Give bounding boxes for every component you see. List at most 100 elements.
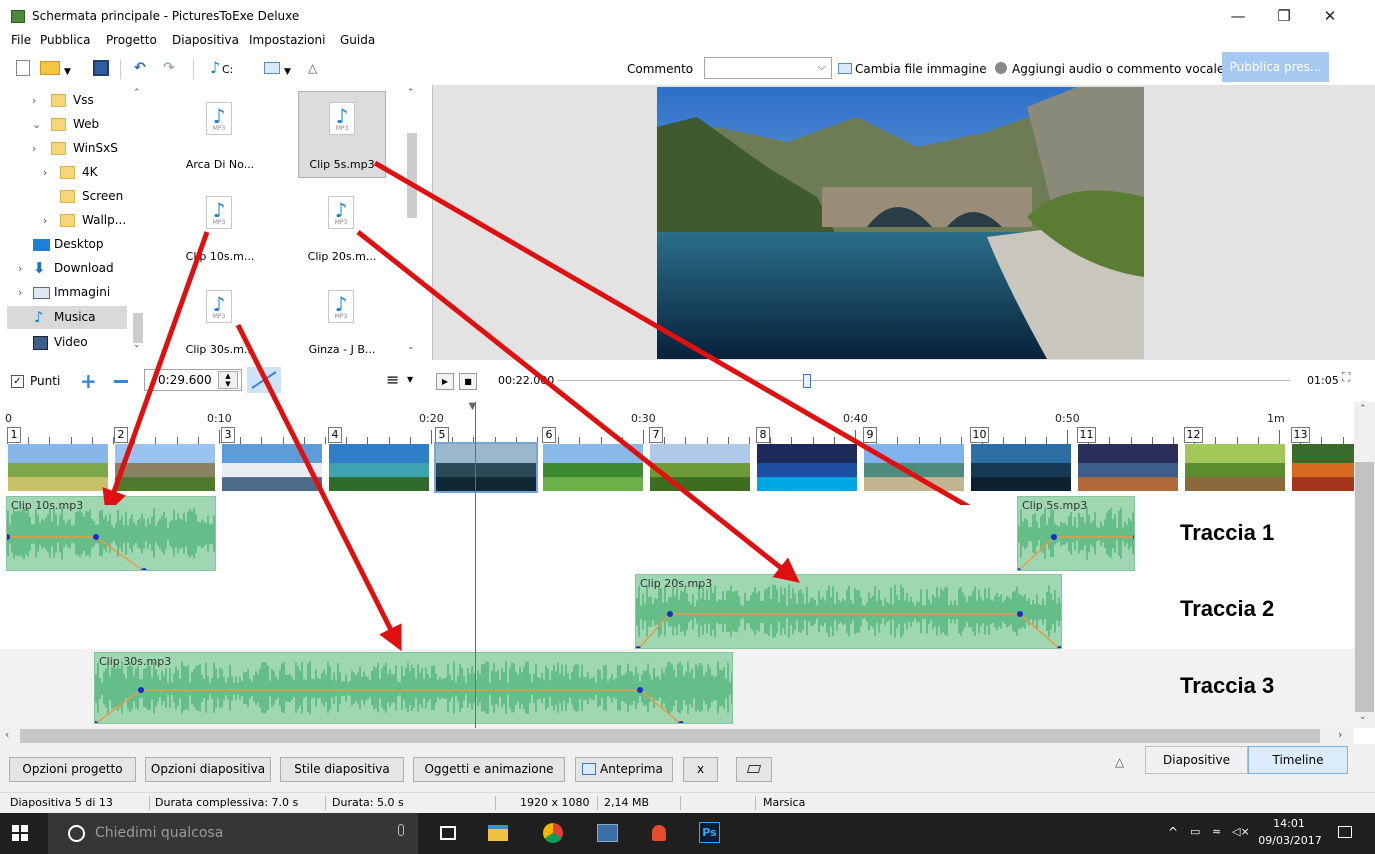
tree-item-immagini[interactable]: › Immagini [0,281,128,304]
dropdown-arrow-icon[interactable]: ▼ [284,64,291,80]
scroll-up-icon[interactable]: ⌃ [407,88,415,98]
tree-item-4k[interactable]: › 4K [0,161,128,184]
save-icon[interactable] [93,60,109,76]
maximize-icon[interactable]: ❐ [1261,0,1307,32]
tree-item-musica[interactable]: ♪ Musica [7,306,127,329]
tree-item-desktop[interactable]: Desktop [0,233,128,256]
change-image-button[interactable]: Cambia file immagine [838,62,987,76]
menu-guida[interactable]: Guida [340,33,375,47]
playback-slider-thumb[interactable] [803,374,811,388]
dropdown-arrow-icon[interactable]: ▼ [64,64,71,80]
chevron-right-icon[interactable]: › [18,257,22,280]
chevron-down-icon[interactable]: ⌄ [32,113,41,136]
file-item-selected[interactable]: ♪ MP3 Clip 5s.mp3 [298,91,386,178]
file-explorer-icon[interactable] [488,825,508,841]
chevron-right-icon[interactable]: › [43,161,47,184]
close-icon[interactable]: ✕ [1307,0,1353,32]
photos-icon[interactable] [597,824,618,842]
file-item[interactable]: ♪ MP3 Clip 20s.m... [298,186,386,273]
task-view-icon[interactable] [440,826,456,840]
new-document-icon[interactable] [16,60,30,76]
scrollbar-thumb[interactable] [20,729,1320,743]
remove-point-icon[interactable] [114,380,128,383]
play-button[interactable]: ▶ [436,373,454,390]
scroll-up-icon[interactable]: ⌃ [1359,404,1367,414]
triangle-icon[interactable]: △ [308,60,317,76]
photoshop-icon[interactable]: Ps [699,822,720,843]
scroll-down-icon[interactable]: ⌄ [133,340,141,350]
chevron-right-icon[interactable]: › [18,281,22,304]
pictures-to-exe-icon[interactable] [652,825,666,841]
dropdown-arrow-icon[interactable]: ▼ [407,375,413,384]
chevron-right-icon[interactable]: › [43,209,47,232]
menu-file[interactable]: File [11,33,31,47]
duration-stepper[interactable]: ▲ ▼ [218,371,238,389]
file-item[interactable]: ♪ MP3 Arca Di No... [176,92,264,179]
preview-button[interactable]: Anteprima [575,757,673,782]
music-note-icon[interactable]: ♪ [210,60,220,76]
menu-diapositiva[interactable]: Diapositiva [172,33,239,47]
tree-item-wallp[interactable]: › Wallp... [0,209,128,232]
curve-mode-button[interactable] [247,367,281,393]
slide-options-button[interactable]: Opzioni diapositiva [145,757,271,782]
minimize-icon[interactable]: — [1215,0,1261,32]
tree-item-winsxs[interactable]: › WinSxS [0,137,128,160]
menu-pubblica[interactable]: Pubblica [40,33,90,47]
undo-icon[interactable]: ↶ [134,60,146,76]
tab-slides[interactable]: Diapositive [1145,746,1248,774]
scrollbar-thumb[interactable] [407,133,417,218]
network-icon[interactable]: ▭ [1190,825,1200,838]
scroll-left-icon[interactable]: ‹ [5,728,9,741]
collapse-icon[interactable]: △ [1115,755,1124,769]
add-audio-button[interactable]: Aggiungi audio o commento vocale [995,62,1224,76]
clock-date[interactable]: 09/03/2017 [1255,834,1325,847]
microphone-icon[interactable] [398,824,404,836]
objects-animation-button[interactable]: Oggetti e animazione [413,757,565,782]
stop-button[interactable]: ■ [459,373,477,390]
scroll-down-icon[interactable]: ⌄ [407,342,415,352]
fullscreen-icon[interactable]: ⛶ [1342,370,1350,385]
drive-label[interactable]: C: [222,62,233,78]
notifications-icon[interactable] [1338,826,1352,838]
menu-progetto[interactable]: Progetto [106,33,157,47]
redo-icon[interactable]: ↷ [163,60,175,76]
tree-item-screen[interactable]: Screen [0,185,128,208]
comment-select[interactable]: ⌵ [704,57,832,79]
clock-time[interactable]: 14:01 [1264,817,1314,830]
tree-item-vss[interactable]: › Vss [0,89,128,112]
file-item[interactable]: ♪ MP3 Ginza - J B... [298,280,386,367]
tree-item-video[interactable]: Video [0,331,128,354]
file-item[interactable]: ♪ MP3 Clip 10s.m... [176,186,264,273]
windows-start-icon[interactable] [12,825,28,841]
eraser-button[interactable] [736,757,772,782]
chevron-right-icon[interactable]: › [32,137,36,160]
menu-impostazioni[interactable]: Impostazioni [249,33,325,47]
tree-item-web[interactable]: ⌄ Web [0,113,128,136]
slide-preview-image[interactable] [657,87,1144,359]
slide-style-button[interactable]: Stile diapositiva [280,757,404,782]
tree-scrollbar[interactable]: ⌃ ⌄ [130,88,146,358]
menu-lines-icon[interactable]: ≡ [386,370,399,389]
timeline-vertical-scrollbar[interactable]: ⌃ ⌄ [1354,402,1375,728]
add-point-icon[interactable]: + [80,369,97,393]
volume-icon[interactable]: ◁× [1232,825,1250,838]
file-item[interactable]: ♪ MP3 Clip 30s.m... [176,280,264,367]
file-scrollbar[interactable]: ⌃ ⌄ [404,88,420,358]
timeline-horizontal-scrollbar[interactable]: ‹ › [0,728,1354,744]
scrollbar-thumb[interactable] [133,313,143,343]
open-folder-icon[interactable] [40,61,60,75]
tray-overflow-icon[interactable]: ^ [1168,825,1178,839]
scroll-down-icon[interactable]: ⌄ [1359,712,1367,722]
wifi-icon[interactable]: ≈ [1212,825,1221,838]
scroll-right-icon[interactable]: › [1338,728,1342,741]
scrollbar-thumb[interactable] [1355,462,1374,712]
image-list-icon[interactable] [264,62,280,74]
close-preview-button[interactable]: x [683,757,718,782]
chevron-right-icon[interactable]: › [32,89,36,112]
playback-slider[interactable] [557,380,1290,381]
tree-item-download[interactable]: › ⬇ Download [0,257,128,280]
chrome-icon[interactable] [543,823,563,843]
punti-checkbox[interactable]: ✓ [11,375,24,388]
scroll-up-icon[interactable]: ⌃ [133,88,141,98]
publish-button[interactable]: Pubblica pres... [1222,52,1329,82]
